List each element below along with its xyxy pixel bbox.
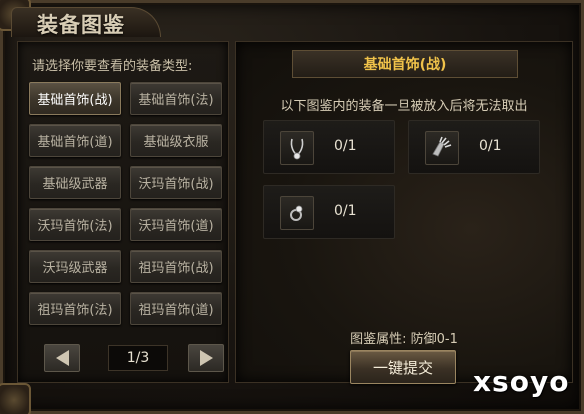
equipment-codex-window: 装备图鉴 请选择你要查看的装备类型: 基础首饰(战) 基础首饰(法) 基础首饰(…	[0, 0, 584, 414]
notice-text: 以下图鉴内的装备一旦被放入后将无法取出	[280, 99, 528, 114]
page-indicator: 1/3	[108, 345, 168, 371]
pager: 1/3	[44, 344, 224, 374]
equipment-slot-bracelet[interactable]: 0/1	[408, 120, 540, 174]
type-button-zuma-jewelry-mage[interactable]: 祖玛首饰(法)	[29, 292, 121, 325]
window-title: 装备图鉴	[37, 13, 125, 37]
bracelet-icon	[425, 131, 459, 165]
type-button-zuma-jewelry-taoist[interactable]: 祖玛首饰(道)	[130, 292, 222, 325]
type-button-basic-weapon[interactable]: 基础级武器	[29, 166, 121, 199]
category-header: 基础首饰(战)	[292, 50, 518, 78]
type-select-prompt: 请选择你要查看的装备类型:	[32, 59, 193, 74]
type-button-basic-jewelry-warrior[interactable]: 基础首饰(战)	[29, 82, 121, 115]
type-button-basic-armor[interactable]: 基础级衣服	[130, 124, 222, 157]
right-arrow-icon	[199, 350, 213, 366]
category-title: 基础首饰(战)	[363, 57, 447, 73]
type-button-woma-weapon[interactable]: 沃玛级武器	[29, 250, 121, 283]
type-button-zuma-jewelry-warrior[interactable]: 祖玛首饰(战)	[130, 250, 222, 283]
slot-count: 0/1	[334, 138, 357, 154]
slot-count: 0/1	[479, 138, 502, 154]
prev-page-button[interactable]	[44, 344, 80, 372]
codex-attribute: 图鉴属性: 防御0-1	[350, 332, 458, 347]
necklace-icon	[280, 131, 314, 165]
equipment-type-grid: 基础首饰(战) 基础首饰(法) 基础首饰(道) 基础级衣服 基础级武器 沃玛首饰…	[29, 82, 225, 325]
type-button-woma-jewelry-taoist[interactable]: 沃玛首饰(道)	[130, 208, 222, 241]
type-button-basic-jewelry-taoist[interactable]: 基础首饰(道)	[29, 124, 121, 157]
ring-icon	[280, 196, 314, 230]
equipment-slot-necklace[interactable]: 0/1	[263, 120, 395, 174]
next-page-button[interactable]	[188, 344, 224, 372]
watermark: xsoyo	[473, 365, 570, 398]
type-button-woma-jewelry-warrior[interactable]: 沃玛首饰(战)	[130, 166, 222, 199]
type-button-basic-jewelry-mage[interactable]: 基础首饰(法)	[130, 82, 222, 115]
equipment-type-panel: 请选择你要查看的装备类型: 基础首饰(战) 基础首饰(法) 基础首饰(道) 基础…	[17, 41, 229, 383]
slot-count: 0/1	[334, 203, 357, 219]
corner-ornament	[0, 383, 31, 414]
equipment-slot-ring[interactable]: 0/1	[263, 185, 395, 239]
type-button-woma-jewelry-mage[interactable]: 沃玛首饰(法)	[29, 208, 121, 241]
equipment-detail-panel: 基础首饰(战) 以下图鉴内的装备一旦被放入后将无法取出 0/1 0/1 0/1 …	[235, 41, 573, 384]
left-arrow-icon	[55, 350, 69, 366]
one-click-submit-button[interactable]: 一键提交	[350, 350, 456, 384]
